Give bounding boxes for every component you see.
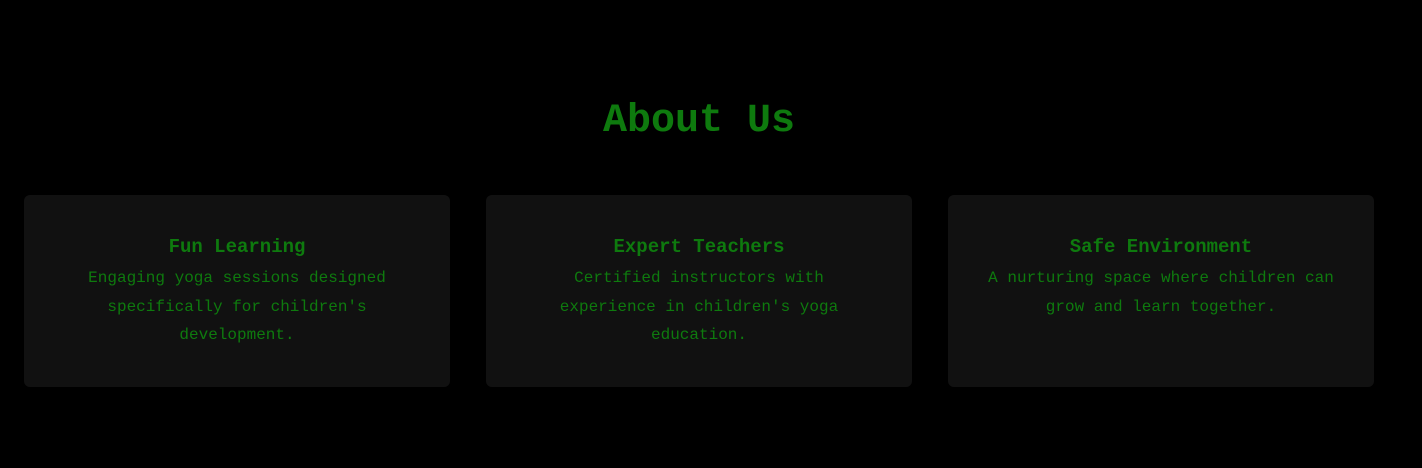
about-section: About Us Fun Learning Engaging yoga sess…	[0, 0, 1422, 468]
card-description: Engaging yoga sessions designed specific…	[88, 269, 386, 344]
card-title: Fun Learning	[168, 236, 306, 258]
card-description: A nurturing space where children can gro…	[988, 269, 1334, 316]
feature-card-fun-learning: Fun Learning Engaging yoga sessions desi…	[24, 195, 450, 387]
card-title: Expert Teachers	[613, 236, 785, 258]
feature-card-expert-teachers: Expert Teachers Certified instructors wi…	[486, 195, 912, 387]
feature-card-safe-environment: Safe Environment A nurturing space where…	[948, 195, 1374, 387]
section-title: About Us	[602, 99, 796, 144]
card-description: Certified instructors with experience in…	[559, 269, 839, 344]
feature-cards: Fun Learning Engaging yoga sessions desi…	[24, 195, 1374, 387]
card-title: Safe Environment	[1069, 236, 1253, 258]
